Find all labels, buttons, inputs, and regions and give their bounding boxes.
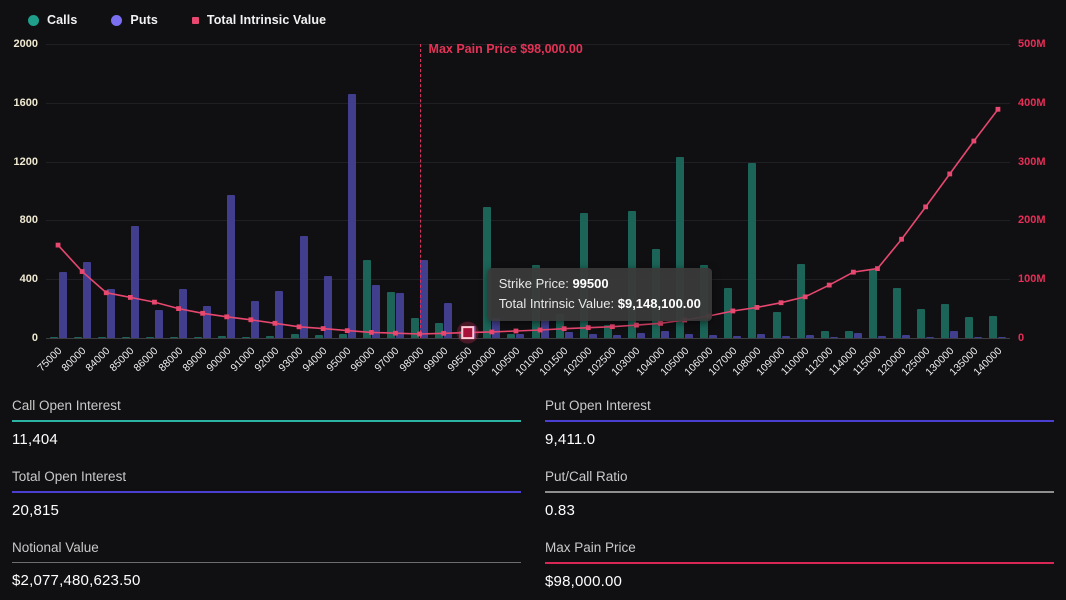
stat-divider (545, 562, 1054, 564)
y-axis-right-label: 500M (1018, 38, 1046, 50)
stat-value: $2,077,480,623.50 (12, 572, 141, 589)
stat-label: Put Open Interest (545, 398, 651, 413)
stat-value: 0.83 (545, 502, 575, 519)
y-axis-left-label: 1200 (13, 155, 38, 168)
stat-divider (12, 420, 521, 422)
y-axis-left-label: 400 (19, 273, 38, 286)
open-interest-chart[interactable]: Max Pain Price $98,000.00 0 400 800 1200 160… (0, 0, 1066, 395)
y-axis-right-label: 0 (1018, 332, 1025, 344)
y-axis-right-label: 300M (1018, 155, 1046, 168)
stat-label: Put/Call Ratio (545, 469, 628, 484)
intrinsic-value-line (55, 106, 1001, 344)
stat-divider (12, 562, 521, 563)
stat-label: Max Pain Price (545, 540, 636, 555)
stat-value: 11,404 (12, 431, 58, 448)
y-axis-right-label: 100M (1018, 273, 1046, 286)
tooltip-strike-value: 99500 (572, 276, 609, 291)
y-axis-right-label: 400M (1018, 96, 1046, 109)
stat-call-open-interest: Call Open Interest 11,404 (12, 398, 521, 448)
stat-put-call-ratio: Put/Call Ratio 0.83 (545, 469, 1054, 519)
stat-max-pain-price: Max Pain Price $98,000.00 (545, 540, 1054, 590)
chart-tooltip: Strike Price: 99500 Total Intrinsic Valu… (487, 268, 712, 321)
stat-value: $98,000.00 (545, 573, 623, 590)
y-axis-left-label: 800 (19, 214, 38, 227)
tooltip-tiv-label: Total Intrinsic Value: (498, 295, 618, 311)
stat-divider (545, 491, 1054, 493)
tooltip-tiv-value: $9,148,100.00 (617, 295, 701, 311)
stats-panel: Call Open Interest 11,404 Put Open Inter… (0, 390, 1066, 590)
y-axis-left-label: 0 (31, 332, 38, 344)
stat-label: Call Open Interest (12, 398, 121, 413)
tooltip-strike-label: Strike Price: (498, 276, 573, 291)
y-axis-right-label: 200M (1018, 214, 1046, 227)
stat-notional-value: Notional Value $2,077,480,623.50 (12, 540, 521, 590)
stat-value: 9,411.0 (545, 431, 596, 448)
stat-divider (545, 420, 1054, 422)
stat-total-open-interest: Total Open Interest 20,815 (12, 469, 521, 519)
stat-put-open-interest: Put Open Interest 9,411.0 (545, 398, 1054, 448)
y-axis-left-label: 2000 (13, 38, 38, 50)
stat-divider (12, 491, 521, 493)
y-axis-left-label: 1600 (13, 96, 38, 109)
stat-label: Total Open Interest (12, 469, 127, 484)
highlighted-point-99500 (461, 326, 475, 340)
stat-value: 20,815 (12, 502, 60, 519)
stat-label: Notional Value (12, 540, 99, 555)
options-open-interest-dashboard: Calls Puts Total Intrinsic Value Max Pai… (0, 0, 1066, 600)
